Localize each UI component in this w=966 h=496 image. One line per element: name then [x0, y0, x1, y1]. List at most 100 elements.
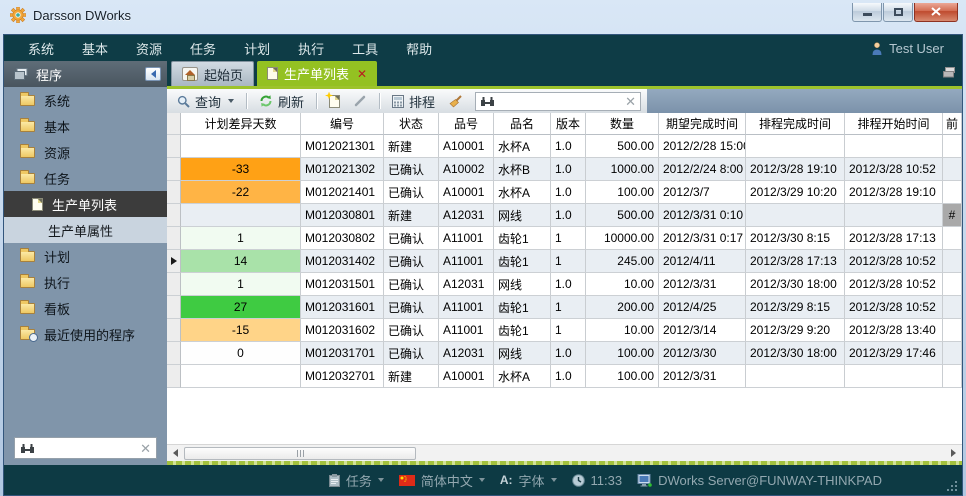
table-row[interactable]: 1M012031501已确认A12031网线1.010.002012/3/312… — [167, 273, 962, 296]
cell-end: 2012/3/29 8:15 — [746, 296, 845, 319]
clock-display: 11:33 — [572, 473, 623, 488]
column-header-8[interactable]: 排程完成时间 — [746, 113, 845, 135]
column-header-9[interactable]: 排程开始时间 — [845, 113, 943, 135]
horizontal-scrollbar[interactable] — [167, 444, 962, 461]
cell-item: A11001 — [439, 227, 494, 250]
tab-start-page[interactable]: 起始页 — [171, 61, 254, 86]
scroll-left-button[interactable] — [167, 445, 184, 461]
cell-name: 网线 — [494, 204, 551, 227]
schedule-button[interactable]: 排程 — [388, 90, 439, 113]
tab-production-order-list[interactable]: 生产单列表 ✕ — [257, 61, 377, 86]
table-row[interactable]: 14M012031402已确认A11001齿轮11245.002012/4/11… — [167, 250, 962, 273]
menu-item-3[interactable]: 任务 — [176, 35, 230, 62]
font-selector[interactable]: A: 字体 — [500, 471, 557, 490]
menu-item-0[interactable]: 系统 — [14, 35, 68, 62]
menu-item-7[interactable]: 帮助 — [392, 35, 446, 62]
column-header-5[interactable]: 版本 — [551, 113, 586, 135]
production-order-table: 计划差异天数编号状态品号品名版本数量期望完成时间排程完成时间排程开始时间前 M0… — [167, 113, 962, 465]
column-header-10[interactable]: 前 — [943, 113, 962, 135]
cell-qty: 1000.00 — [586, 158, 659, 181]
table-row[interactable]: -22M012021401已确认A10001水杯A1.0100.002012/3… — [167, 181, 962, 204]
arrow-left-icon — [173, 449, 178, 457]
user-area[interactable]: Test User — [871, 41, 952, 56]
cell-ver: 1.0 — [551, 342, 586, 365]
sidebar-item-label: 看板 — [44, 299, 70, 318]
new-button[interactable] — [325, 93, 344, 110]
sidebar-collapse-button[interactable] — [145, 67, 161, 81]
cell-ver: 1 — [551, 296, 586, 319]
language-selector[interactable]: 简体中文 — [399, 471, 485, 490]
query-button[interactable]: 查询 — [173, 90, 238, 113]
sidebar-item-9[interactable]: 最近使用的程序 — [4, 321, 167, 347]
cell-item: A11001 — [439, 296, 494, 319]
cell-start: 2012/3/28 10:52 — [845, 250, 943, 273]
table-row[interactable]: M012021301新建A10001水杯A1.0500.002012/2/28 … — [167, 135, 962, 158]
row-gutter — [167, 365, 181, 388]
column-header-0[interactable]: 计划差异天数 — [181, 113, 301, 135]
scrollbar-thumb[interactable] — [184, 447, 416, 460]
tab-list-icon[interactable] — [942, 67, 956, 81]
table-row[interactable]: M012032701新建A10001水杯A1.0100.002012/3/31 — [167, 365, 962, 388]
maximize-button[interactable] — [883, 3, 913, 22]
tab-close-icon[interactable]: ✕ — [357, 67, 367, 81]
task-label: 任务 — [346, 471, 372, 490]
sidebar-item-0[interactable]: 系统 — [4, 87, 167, 113]
sidebar-item-7[interactable]: 执行 — [4, 269, 167, 295]
sidebar-item-6[interactable]: 计划 — [4, 243, 167, 269]
sidebar-item-8[interactable]: 看板 — [4, 295, 167, 321]
table-row[interactable]: 27M012031601已确认A11001齿轮11200.002012/4/25… — [167, 296, 962, 319]
menu-item-2[interactable]: 资源 — [122, 35, 176, 62]
menu-item-6[interactable]: 工具 — [338, 35, 392, 62]
task-selector[interactable]: 任务 — [329, 471, 384, 490]
toolbar-search-clear-icon[interactable]: ✕ — [625, 95, 636, 108]
minimize-button[interactable] — [852, 3, 882, 22]
table-row[interactable]: 0M012031701已确认A12031网线1.0100.002012/3/30… — [167, 342, 962, 365]
table-row[interactable]: -15M012031602已确认A11001齿轮1110.002012/3/14… — [167, 319, 962, 342]
cell-end — [746, 135, 845, 158]
cell-qty: 10.00 — [586, 319, 659, 342]
sidebar-item-1[interactable]: 基本 — [4, 113, 167, 139]
cell-qty: 100.00 — [586, 365, 659, 388]
sidebar-item-4[interactable]: 生产单列表 — [4, 191, 167, 217]
refresh-button[interactable]: 刷新 — [255, 90, 308, 113]
sidebar-search-input[interactable] — [40, 441, 135, 455]
column-header-1[interactable]: 编号 — [301, 113, 384, 135]
clean-button[interactable] — [444, 92, 467, 110]
cell-name: 网线 — [494, 342, 551, 365]
menu-item-1[interactable]: 基本 — [68, 35, 122, 62]
cell-ver: 1.0 — [551, 135, 586, 158]
cell-code: M012031601 — [301, 296, 384, 319]
column-header-3[interactable]: 品号 — [439, 113, 494, 135]
cell-due: 2012/3/14 — [659, 319, 746, 342]
cell-diff — [181, 365, 301, 388]
cell-extra — [943, 365, 962, 388]
table-row[interactable]: 1M012030802已确认A11001齿轮1110000.002012/3/3… — [167, 227, 962, 250]
cell-ver: 1.0 — [551, 204, 586, 227]
cell-code: M012032701 — [301, 365, 384, 388]
table-row[interactable]: M012030801新建A12031网线1.0500.002012/3/31 0… — [167, 204, 962, 227]
column-header-4[interactable]: 品名 — [494, 113, 551, 135]
table-row[interactable]: -33M012021302已确认A10002水杯B1.01000.002012/… — [167, 158, 962, 181]
column-header-2[interactable]: 状态 — [384, 113, 439, 135]
cell-name: 水杯B — [494, 158, 551, 181]
edit-button[interactable] — [349, 92, 371, 110]
cell-item: A10001 — [439, 365, 494, 388]
arrow-right-icon — [951, 449, 956, 457]
resize-grip[interactable] — [947, 481, 958, 492]
sidebar-item-2[interactable]: 资源 — [4, 139, 167, 165]
sidebar-item-3[interactable]: 任务 — [4, 165, 167, 191]
toolbar-search-input[interactable] — [499, 94, 621, 108]
cell-due: 2012/3/31 — [659, 365, 746, 388]
column-header-6[interactable]: 数量 — [586, 113, 659, 135]
cell-start: 2012/3/28 13:40 — [845, 319, 943, 342]
pencil-icon — [353, 94, 367, 108]
sidebar-search-clear-icon[interactable]: ✕ — [140, 442, 151, 455]
column-header-7[interactable]: 期望完成时间 — [659, 113, 746, 135]
cell-status: 已确认 — [384, 319, 439, 342]
close-button[interactable] — [914, 3, 958, 22]
server-text: DWorks Server@FUNWAY-THINKPAD — [658, 473, 882, 488]
scroll-right-button[interactable] — [945, 445, 962, 461]
sidebar-item-5[interactable]: 生产单属性 — [4, 217, 167, 243]
menu-item-5[interactable]: 执行 — [284, 35, 338, 62]
menu-item-4[interactable]: 计划 — [230, 35, 284, 62]
